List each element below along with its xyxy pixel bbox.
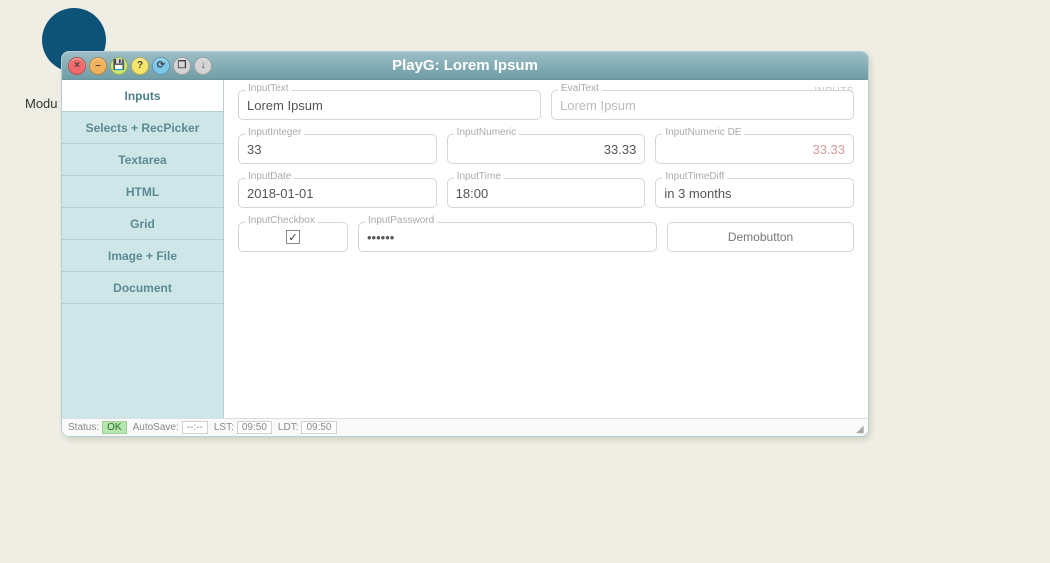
sidebar: InputsSelects + RecPickerTextareaHTMLGri… <box>62 80 224 418</box>
statusbar: Status: OK AutoSave: --:-- LST: 09:50 LD… <box>62 418 868 436</box>
checkmark-icon: ✓ <box>286 230 300 244</box>
resize-handle-icon[interactable]: ◢ <box>856 424 866 434</box>
demo-button[interactable]: Demobutton <box>667 222 854 252</box>
inputpassword-field[interactable] <box>358 222 657 252</box>
sidebar-item-inputs[interactable]: Inputs <box>62 80 223 112</box>
inputcheckbox-field[interactable]: ✓ <box>238 222 348 252</box>
minimize-icon[interactable]: – <box>89 57 107 75</box>
autosave-value: --:-- <box>182 421 208 434</box>
inputnumeric-field[interactable] <box>447 134 646 164</box>
inputnumeric-de-field <box>655 134 854 164</box>
inputdate-field[interactable] <box>238 178 437 208</box>
sidebar-item-html[interactable]: HTML <box>62 176 223 208</box>
app-window: ×–💾?⟳❐↓ PlayG: Lorem Ipsum InputsSelects… <box>61 51 869 437</box>
status-value: OK <box>102 421 126 434</box>
status-label: Status: <box>68 422 99 433</box>
close-icon[interactable]: × <box>68 57 86 75</box>
inputtimediff-field[interactable] <box>655 178 854 208</box>
copy-icon[interactable]: ❐ <box>173 57 191 75</box>
demo-button-label: Demobutton <box>728 230 793 244</box>
lst-value: 09:50 <box>237 421 272 434</box>
inputtime-field[interactable] <box>447 178 646 208</box>
sidebar-item-document[interactable]: Document <box>62 272 223 304</box>
sidebar-item-image-file[interactable]: Image + File <box>62 240 223 272</box>
lst-label: LST: <box>214 422 234 433</box>
autosave-label: AutoSave: <box>133 422 179 433</box>
evaltext-field <box>551 90 854 120</box>
down-icon[interactable]: ↓ <box>194 57 212 75</box>
sidebar-item-grid[interactable]: Grid <box>62 208 223 240</box>
help-icon[interactable]: ? <box>131 57 149 75</box>
inputinteger-field[interactable] <box>238 134 437 164</box>
ldt-label: LDT: <box>278 422 299 433</box>
background-module-label: Modu <box>25 96 58 111</box>
content-panel: INPUTS InputText EvalText InputInteger <box>224 80 868 418</box>
sidebar-item-textarea[interactable]: Textarea <box>62 144 223 176</box>
inputtext-field[interactable] <box>238 90 541 120</box>
refresh-icon[interactable]: ⟳ <box>152 57 170 75</box>
titlebar: ×–💾?⟳❐↓ PlayG: Lorem Ipsum <box>62 52 868 80</box>
save-icon[interactable]: 💾 <box>110 57 128 75</box>
sidebar-item-selects-recpicker[interactable]: Selects + RecPicker <box>62 112 223 144</box>
ldt-value: 09:50 <box>301 421 336 434</box>
